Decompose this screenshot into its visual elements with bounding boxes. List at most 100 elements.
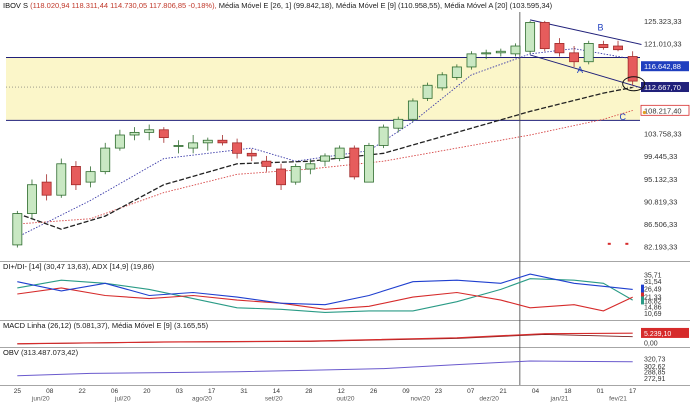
price-tick-label: 108.217,40 — [644, 106, 682, 115]
date-tick-label: 04 — [532, 388, 540, 395]
dmi-panel: DI+/DI- [14] (30,47 13,63), ADX [14,9] (… — [0, 261, 690, 320]
candle-body — [173, 145, 184, 147]
month-tick-label: out/20 — [336, 396, 354, 402]
price-tick-label: 95.132,33 — [644, 175, 677, 184]
candle-body — [393, 118, 404, 129]
candle-body — [261, 160, 272, 167]
month-tick-label: nov/20 — [410, 396, 430, 402]
candle-body — [378, 126, 389, 146]
macd-panel: MACD Linha (26,12) (5.081,37), Média Móv… — [0, 320, 690, 347]
label-a: A — [577, 65, 583, 75]
candle-body — [70, 166, 81, 186]
candle-body — [320, 155, 330, 162]
obv-panel: OBV (313.487.073,42) 320,73 302,62 288,85 2… — [0, 347, 690, 385]
indicator-tick-label: 5.239,10 — [644, 331, 671, 338]
date-tick-label: 21 — [500, 388, 508, 395]
month-tick-label: ago/20 — [192, 396, 212, 402]
price-tick-label: 90.819,33 — [644, 197, 677, 206]
dmi-chart[interactable]: 35,7131,5426,4921,3318,8214,8610,69 — [0, 261, 690, 320]
candle-body — [12, 213, 23, 246]
price-tick-label: 125.323,33 — [644, 17, 682, 26]
candle-body — [85, 171, 96, 183]
date-tick-label: 28 — [305, 388, 313, 395]
candle-body — [158, 129, 169, 139]
indicator-tick-label: 320,73 — [644, 357, 666, 364]
candle-body — [41, 181, 52, 196]
date-tick-label: 09 — [402, 388, 410, 395]
candle-body — [569, 52, 580, 63]
price-panel: IBOV S (118.020,94 118.311,44 114.730,05… — [0, 0, 690, 261]
marker-square — [625, 242, 629, 245]
month-tick-label: jan/21 — [550, 396, 569, 402]
date-tick-label: 17 — [629, 388, 637, 395]
date-tick-label: 14 — [273, 388, 281, 395]
candle-body — [495, 50, 506, 54]
candle-body — [114, 134, 125, 149]
candle-body — [100, 147, 111, 173]
candle-body — [27, 184, 37, 214]
dmi-value-marker — [641, 296, 644, 305]
candle-body — [481, 52, 492, 55]
candle-body — [276, 168, 286, 186]
candle-body — [144, 129, 155, 133]
indicator-tick-label: 10,69 — [644, 311, 662, 318]
date-tick-label: 03 — [176, 388, 184, 395]
candle-body — [613, 45, 623, 51]
candle-body — [246, 152, 257, 157]
marker-square — [607, 242, 611, 245]
macd-chart[interactable]: 0,00 5.239,10 — [0, 320, 690, 347]
candle-body — [583, 43, 594, 63]
candle-body — [510, 45, 521, 55]
date-tick-label: 17 — [208, 388, 216, 395]
support-resistance-zone — [6, 57, 640, 121]
indicator-tick-label: 272,91 — [644, 376, 666, 383]
date-tick-label: 20 — [143, 388, 151, 395]
candle-body — [290, 166, 301, 183]
price-chart[interactable]: 125.323,33 121.010,33 116.642,88 112.667,70… — [0, 0, 690, 261]
candle-body — [539, 22, 550, 50]
month-tick-label: set/20 — [265, 396, 283, 402]
obv-line — [17, 360, 633, 377]
candle-body — [202, 139, 213, 144]
indicator-tick-label: 31,54 — [644, 279, 662, 286]
obv-chart[interactable]: 320,73302,62288,85272,91 — [0, 347, 690, 385]
month-tick-label: jun/20 — [31, 396, 50, 402]
date-tick-label: 23 — [435, 388, 443, 395]
candle-body — [349, 147, 360, 178]
month-tick-label: fev/21 — [609, 396, 627, 402]
price-tick-label: 121.010,33 — [644, 39, 682, 48]
candle-body — [525, 22, 536, 52]
date-tick-label: 22 — [78, 388, 86, 395]
candle-body — [598, 44, 609, 48]
date-tick-label: 01 — [597, 388, 605, 395]
candle-body — [422, 84, 433, 99]
candle-body — [466, 53, 477, 68]
month-tick-label: dez/20 — [479, 396, 499, 402]
candle-body — [305, 163, 316, 170]
date-tick-label: 18 — [564, 388, 572, 395]
dmi-value-marker — [641, 284, 644, 293]
price-tick-label: 86.506,33 — [644, 220, 677, 229]
date-tick-label: 25 — [14, 388, 22, 395]
di-minus-line — [17, 287, 633, 312]
price-tick-label: 82.193,33 — [644, 243, 677, 252]
candle-body — [407, 100, 418, 120]
date-axis: 25 08 22 06 20 03 17 31 14 28 12 26 09 23 07 21 04 18 01 17… — [0, 385, 690, 402]
month-tick-label: jul/20 — [114, 396, 131, 402]
candle-body — [129, 131, 140, 136]
candle-body — [232, 142, 243, 154]
price-tick-label: 103.758,33 — [644, 130, 682, 139]
candle-body — [188, 142, 199, 149]
label-c: C — [619, 112, 626, 122]
date-tick-label: 08 — [46, 388, 54, 395]
indicator-tick-label: 26,49 — [644, 287, 662, 294]
candle-body — [364, 145, 374, 183]
price-tick-label: 99.445,33 — [644, 152, 677, 161]
candle-body — [56, 163, 67, 196]
date-tick-label: 07 — [467, 388, 475, 395]
indicator-tick-label: 0,00 — [644, 340, 658, 347]
candle-body — [437, 74, 448, 89]
candle-body — [217, 139, 228, 144]
candle-body — [554, 43, 565, 54]
price-tick-label: 112.667,70 — [644, 83, 681, 92]
